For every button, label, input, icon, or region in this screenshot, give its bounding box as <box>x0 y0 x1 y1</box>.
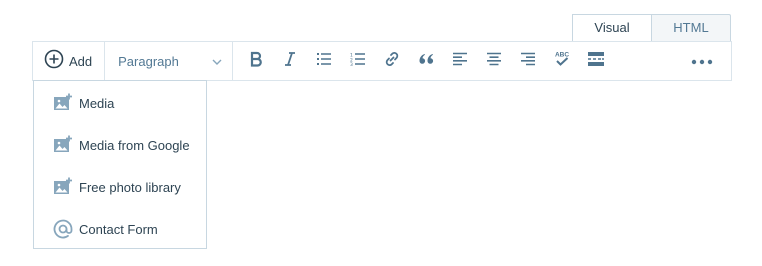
read-more-icon <box>587 51 605 72</box>
align-center-button[interactable] <box>477 42 511 80</box>
svg-text:ABC: ABC <box>555 51 569 58</box>
menu-item-label: Contact Form <box>79 221 158 237</box>
align-center-icon <box>486 52 502 71</box>
editor-toolbar: Add Paragraph 1 2 3 ABC <box>32 41 732 81</box>
image-add-icon <box>52 176 74 198</box>
menu-item-label: Free photo library <box>79 179 181 195</box>
bulleted-list-icon <box>316 52 332 71</box>
bold-icon <box>249 51 263 72</box>
editor-mode-tabs: Visual HTML <box>572 14 731 42</box>
image-add-icon <box>52 92 74 114</box>
read-more-button[interactable] <box>579 42 613 80</box>
format-select-value: Paragraph <box>118 53 179 69</box>
bulleted-list-button[interactable] <box>307 42 341 80</box>
blockquote-button[interactable] <box>409 42 443 80</box>
bold-button[interactable] <box>239 42 273 80</box>
add-button-label: Add <box>69 53 93 69</box>
image-add-icon <box>52 134 74 156</box>
italic-icon <box>283 51 297 72</box>
chevron-down-icon <box>212 52 222 70</box>
link-button[interactable] <box>375 42 409 80</box>
link-icon <box>383 50 401 73</box>
svg-text:3: 3 <box>350 62 353 66</box>
numbered-list-icon: 1 2 3 <box>350 52 366 71</box>
tab-html[interactable]: HTML <box>651 14 731 42</box>
menu-item-free-photo-library[interactable]: Free photo library <box>34 166 206 208</box>
menu-item-label: Media <box>79 95 115 111</box>
menu-item-contact-form[interactable]: Contact Form <box>34 208 206 250</box>
more-icon <box>691 52 713 70</box>
numbered-list-button[interactable]: 1 2 3 <box>341 42 375 80</box>
add-dropdown-menu: Media Media from Google Free photo libra… <box>33 80 207 249</box>
menu-item-media[interactable]: Media <box>34 82 206 124</box>
menu-item-media-from-google[interactable]: Media from Google <box>34 124 206 166</box>
formatting-tools: 1 2 3 ABC <box>233 42 613 80</box>
tab-visual[interactable]: Visual <box>572 14 652 42</box>
align-right-button[interactable] <box>511 42 545 80</box>
align-right-icon <box>520 52 536 71</box>
at-icon <box>52 218 74 240</box>
align-left-button[interactable] <box>443 42 477 80</box>
plus-circle-icon <box>44 49 64 74</box>
add-button[interactable]: Add <box>33 42 106 80</box>
more-tools-button[interactable] <box>673 42 731 80</box>
paragraph-format-select[interactable]: Paragraph <box>105 42 234 80</box>
align-left-icon <box>452 52 468 71</box>
blockquote-icon <box>418 52 434 71</box>
spellcheck-icon: ABC <box>553 50 571 73</box>
italic-button[interactable] <box>273 42 307 80</box>
menu-item-label: Media from Google <box>79 137 190 153</box>
spellcheck-button[interactable]: ABC <box>545 42 579 80</box>
editor: Visual HTML Add Paragraph 1 2 3 ABC Medi… <box>0 0 762 266</box>
